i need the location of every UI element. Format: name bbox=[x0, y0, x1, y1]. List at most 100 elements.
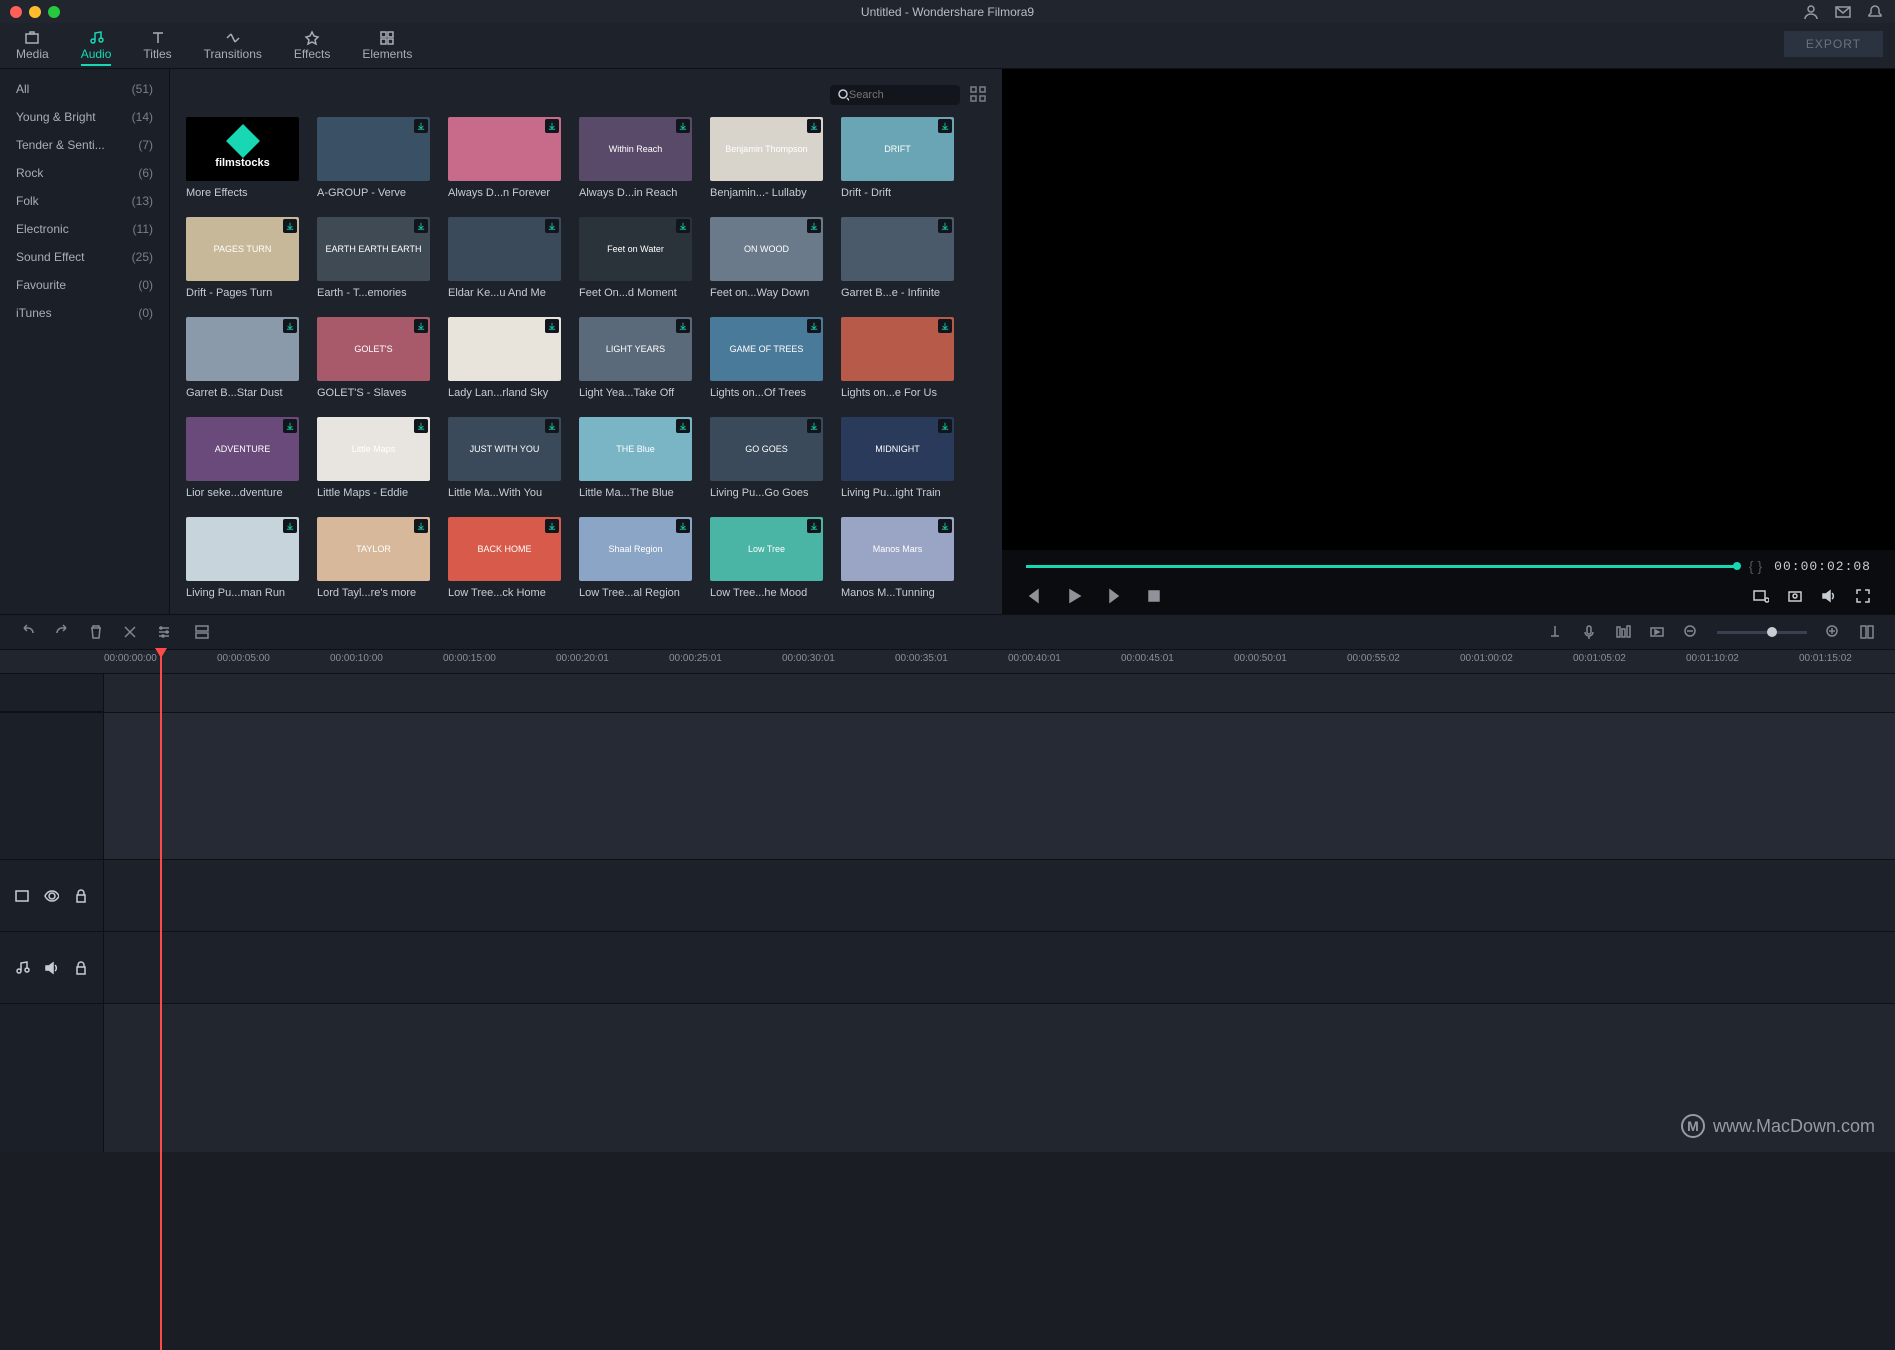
download-badge[interactable] bbox=[938, 219, 952, 233]
title-track-icon[interactable] bbox=[14, 888, 30, 904]
audio-track[interactable] bbox=[104, 932, 1895, 1004]
search-input[interactable] bbox=[849, 89, 952, 101]
zoom-slider[interactable] bbox=[1717, 631, 1807, 634]
media-card[interactable]: A-GROUP - Verve bbox=[317, 117, 430, 199]
video-track[interactable] bbox=[104, 712, 1895, 860]
media-card[interactable]: Always D...n Forever bbox=[448, 117, 561, 199]
media-card[interactable]: PAGES TURNDrift - Pages Turn bbox=[186, 217, 299, 299]
download-badge[interactable] bbox=[807, 419, 821, 433]
download-badge[interactable] bbox=[938, 419, 952, 433]
media-card[interactable]: Eldar Ke...u And Me bbox=[448, 217, 561, 299]
media-card[interactable]: Benjamin ThompsonBenjamin...- Lullaby bbox=[710, 117, 823, 199]
timeline-ruler[interactable]: 00:00:00:0000:00:05:0000:00:10:0000:00:1… bbox=[0, 650, 1895, 674]
snapshot-icon[interactable] bbox=[1787, 588, 1803, 604]
tab-titles[interactable]: Titles bbox=[127, 23, 187, 68]
download-badge[interactable] bbox=[676, 119, 690, 133]
download-badge[interactable] bbox=[807, 119, 821, 133]
download-badge[interactable] bbox=[414, 319, 428, 333]
download-badge[interactable] bbox=[414, 419, 428, 433]
download-badge[interactable] bbox=[676, 319, 690, 333]
media-card[interactable]: DRIFTDrift - Drift bbox=[841, 117, 954, 199]
mark-out-icon[interactable]: } bbox=[1757, 558, 1762, 574]
minimize-window-button[interactable] bbox=[29, 6, 41, 18]
render-icon[interactable] bbox=[1649, 624, 1665, 640]
download-badge[interactable] bbox=[938, 519, 952, 533]
split-icon[interactable] bbox=[122, 624, 138, 640]
zoom-fit-icon[interactable] bbox=[1859, 624, 1875, 640]
sidebar-item-2[interactable]: Tender & Senti...(7) bbox=[0, 131, 169, 159]
media-card[interactable]: Low TreeLow Tree...he Mood bbox=[710, 517, 823, 599]
media-card[interactable]: Garret B...e - Infinite bbox=[841, 217, 954, 299]
download-badge[interactable] bbox=[545, 519, 559, 533]
media-card[interactable]: Within ReachAlways D...in Reach bbox=[579, 117, 692, 199]
export-button[interactable]: EXPORT bbox=[1784, 31, 1883, 57]
undo-icon[interactable] bbox=[20, 624, 36, 640]
mute-icon[interactable] bbox=[44, 960, 60, 976]
maximize-window-button[interactable] bbox=[48, 6, 60, 18]
sidebar-item-7[interactable]: Favourite(0) bbox=[0, 271, 169, 299]
preview-viewport[interactable] bbox=[1002, 69, 1895, 550]
media-card[interactable]: Living Pu...man Run bbox=[186, 517, 299, 599]
lock-icon[interactable] bbox=[73, 960, 89, 976]
download-badge[interactable] bbox=[807, 219, 821, 233]
tab-effects[interactable]: Effects bbox=[278, 23, 346, 68]
preview-progress-bar[interactable] bbox=[1026, 565, 1737, 568]
media-card[interactable]: GAME OF TREESLights on...Of Trees bbox=[710, 317, 823, 399]
download-badge[interactable] bbox=[283, 219, 297, 233]
media-card[interactable]: MIDNIGHTLiving Pu...ight Train bbox=[841, 417, 954, 499]
marker-icon[interactable] bbox=[1547, 624, 1563, 640]
screen-record-icon[interactable] bbox=[1753, 588, 1769, 604]
media-card[interactable]: TAYLORLord Tayl...re's more bbox=[317, 517, 430, 599]
user-icon[interactable] bbox=[1803, 4, 1819, 20]
playhead[interactable] bbox=[160, 650, 162, 1350]
voiceover-icon[interactable] bbox=[1581, 624, 1597, 640]
volume-icon[interactable] bbox=[1821, 588, 1837, 604]
media-card[interactable]: Lights on...e For Us bbox=[841, 317, 954, 399]
sidebar-item-0[interactable]: All(51) bbox=[0, 75, 169, 103]
media-card[interactable]: ADVENTURELior seke...dventure bbox=[186, 417, 299, 499]
lock-icon[interactable] bbox=[73, 888, 89, 904]
download-badge[interactable] bbox=[938, 319, 952, 333]
download-badge[interactable] bbox=[414, 519, 428, 533]
media-card[interactable]: LIGHT YEARSLight Yea...Take Off bbox=[579, 317, 692, 399]
media-card[interactable]: Garret B...Star Dust bbox=[186, 317, 299, 399]
media-card[interactable]: THE BlueLittle Ma...The Blue bbox=[579, 417, 692, 499]
download-badge[interactable] bbox=[807, 519, 821, 533]
close-window-button[interactable] bbox=[10, 6, 22, 18]
media-card[interactable]: Lady Lan...rland Sky bbox=[448, 317, 561, 399]
tab-transitions[interactable]: Transitions bbox=[188, 23, 278, 68]
music-track-icon[interactable] bbox=[14, 960, 30, 976]
adjust-icon[interactable] bbox=[156, 624, 172, 640]
download-badge[interactable] bbox=[283, 519, 297, 533]
sidebar-item-5[interactable]: Electronic(11) bbox=[0, 215, 169, 243]
tab-media[interactable]: Media bbox=[0, 23, 65, 68]
media-card[interactable]: filmstocksMore Effects bbox=[186, 117, 299, 199]
download-badge[interactable] bbox=[414, 119, 428, 133]
media-card[interactable]: Feet on WaterFeet On...d Moment bbox=[579, 217, 692, 299]
redo-icon[interactable] bbox=[54, 624, 70, 640]
tab-audio[interactable]: Audio bbox=[65, 23, 128, 68]
download-badge[interactable] bbox=[545, 219, 559, 233]
media-card[interactable]: GO GOESLiving Pu...Go Goes bbox=[710, 417, 823, 499]
media-card[interactable]: JUST WITH YOULittle Ma...With You bbox=[448, 417, 561, 499]
zoom-out-icon[interactable] bbox=[1683, 624, 1699, 640]
mixer-icon[interactable] bbox=[1615, 624, 1631, 640]
bell-icon[interactable] bbox=[1867, 4, 1883, 20]
download-badge[interactable] bbox=[283, 419, 297, 433]
next-frame-button[interactable] bbox=[1106, 588, 1122, 604]
search-box[interactable] bbox=[830, 85, 960, 105]
tracks[interactable] bbox=[104, 674, 1895, 1152]
download-badge[interactable] bbox=[676, 519, 690, 533]
media-card[interactable]: Shaal RegionLow Tree...al Region bbox=[579, 517, 692, 599]
media-card[interactable]: GOLET'SGOLET'S - Slaves bbox=[317, 317, 430, 399]
download-badge[interactable] bbox=[545, 419, 559, 433]
stop-button[interactable] bbox=[1146, 588, 1162, 604]
sidebar-item-8[interactable]: iTunes(0) bbox=[0, 299, 169, 327]
sidebar-item-1[interactable]: Young & Bright(14) bbox=[0, 103, 169, 131]
title-track[interactable] bbox=[104, 860, 1895, 932]
prev-frame-button[interactable] bbox=[1026, 588, 1042, 604]
mark-in-icon[interactable]: { bbox=[1749, 558, 1754, 574]
download-badge[interactable] bbox=[545, 119, 559, 133]
delete-icon[interactable] bbox=[88, 624, 104, 640]
media-card[interactable]: ON WOODFeet on...Way Down bbox=[710, 217, 823, 299]
